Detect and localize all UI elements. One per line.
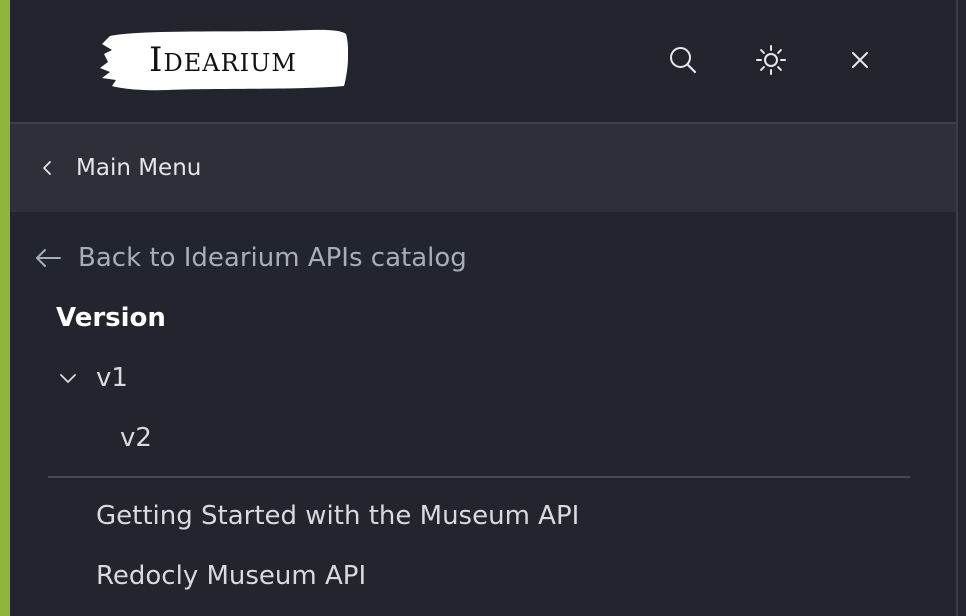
nav-item-getting-started[interactable]: Getting Started with the Museum API	[96, 496, 579, 536]
header: Idearium	[10, 0, 956, 124]
version-item-label: v2	[120, 423, 152, 453]
logo-text: Idearium	[149, 40, 297, 80]
chevron-down-icon	[60, 374, 76, 383]
arrow-left-icon	[36, 249, 61, 267]
divider	[48, 476, 910, 478]
back-to-catalog-link[interactable]: Back to Idearium APIs catalog	[34, 236, 467, 280]
main-menu-label: Main Menu	[76, 155, 202, 181]
nav-item-redocly-museum-api[interactable]: Redocly Museum API	[96, 556, 366, 596]
version-item-label: v1	[96, 363, 128, 393]
mobile-nav-panel: Idearium Main Menu Back to Idearium APIs…	[10, 0, 958, 616]
search-button[interactable]	[663, 40, 703, 80]
version-item-v1[interactable]: v1	[58, 358, 128, 398]
submenu-bar: Main Menu	[10, 124, 956, 212]
left-accent-bar	[0, 0, 10, 616]
close-button[interactable]	[840, 40, 880, 80]
main-menu-button[interactable]: Main Menu	[40, 148, 201, 188]
chevron-left-icon	[43, 161, 51, 175]
sun-icon	[756, 45, 786, 75]
logo[interactable]: Idearium	[98, 28, 348, 92]
search-icon	[670, 47, 697, 74]
theme-toggle-button[interactable]	[751, 40, 791, 80]
version-heading: Version	[56, 303, 166, 333]
close-icon	[852, 52, 868, 68]
version-item-v2[interactable]: v2	[120, 418, 152, 458]
back-to-catalog-label: Back to Idearium APIs catalog	[78, 243, 467, 273]
